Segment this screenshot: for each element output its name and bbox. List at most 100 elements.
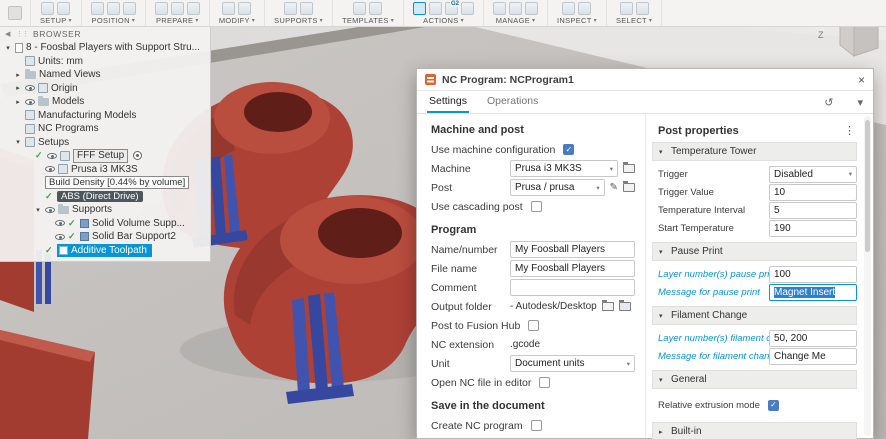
- tab-operations[interactable]: Operations: [485, 91, 540, 113]
- message-for-filament-change-input[interactable]: Change Me: [769, 348, 857, 365]
- create-nc-program-checkbox[interactable]: [531, 420, 542, 431]
- eye-icon[interactable]: [25, 99, 35, 105]
- eye-icon[interactable]: [25, 85, 35, 91]
- toolbar-menu-manage[interactable]: MANAGE▾: [496, 15, 536, 26]
- browser-row-origin[interactable]: ▸Origin: [0, 82, 210, 96]
- toolbar-menu-setup[interactable]: SETUP▾: [40, 15, 72, 26]
- prepare-tool-icon-3[interactable]: [187, 2, 200, 15]
- kebab-menu-icon[interactable]: ⋮: [844, 124, 855, 137]
- supports-tool-icon-2[interactable]: [300, 2, 313, 15]
- tab-settings[interactable]: Settings: [427, 91, 469, 113]
- dialog-titlebar[interactable]: NC Program: NCProgram1 ×: [417, 69, 873, 91]
- prepare-tool-icon-2[interactable]: [171, 2, 184, 15]
- templates-tool-icon-1[interactable]: [353, 2, 366, 15]
- use-machine-configuration-checkbox[interactable]: ✓: [563, 144, 574, 155]
- start-temperature-input[interactable]: 190: [769, 220, 857, 237]
- modify-tool-icon-2[interactable]: [238, 2, 251, 15]
- browser-row-manufacturing-models[interactable]: Manufacturing Models: [0, 109, 210, 123]
- inspect-tool-icon-2[interactable]: [578, 2, 591, 15]
- actions-tool-icon-2[interactable]: [429, 2, 442, 15]
- actions-tool-icon-1[interactable]: [413, 2, 426, 15]
- expand-arrow-icon[interactable]: ▾: [14, 138, 22, 146]
- browser-row-solid-volume-supp[interactable]: ✓Solid Volume Supp...: [0, 217, 210, 231]
- toolbar-menu-modify[interactable]: MODIFY▾: [219, 15, 255, 26]
- comment-input[interactable]: [510, 279, 635, 296]
- position-tool-icon-2[interactable]: [107, 2, 120, 15]
- eye-icon[interactable]: [55, 234, 65, 240]
- browser-row-supports[interactable]: ▾Supports: [0, 203, 210, 217]
- toolbar-menu-templates[interactable]: TEMPLATES▾: [342, 15, 394, 26]
- close-icon[interactable]: ×: [858, 74, 865, 86]
- browser-row-additive-toolpath[interactable]: ✓Additive Toolpath: [0, 244, 210, 258]
- file-name-input[interactable]: My Foosball Players: [510, 260, 635, 277]
- folder-icon[interactable]: [602, 302, 614, 311]
- supports-tool-icon-1[interactable]: [284, 2, 297, 15]
- select-tool-icon-2[interactable]: [636, 2, 649, 15]
- layer-number-s-pause-print-input[interactable]: 100: [769, 266, 857, 283]
- open-folder-icon[interactable]: [619, 302, 631, 311]
- toolbar-menu-prepare[interactable]: PREPARE▾: [156, 15, 199, 26]
- toolbar-menu-position[interactable]: POSITION▾: [92, 15, 136, 26]
- browser-row-8-foosbal-players-with-support-stru[interactable]: ▾8 - Foosbal Players with Support Stru..…: [0, 41, 210, 55]
- browser-row-units-mm[interactable]: Units: mm: [0, 55, 210, 69]
- machine-select[interactable]: Prusa i3 MK3S▾: [510, 160, 618, 177]
- inspect-tool-icon-1[interactable]: [562, 2, 575, 15]
- toolbar-menu-inspect[interactable]: INSPECT▾: [557, 15, 597, 26]
- chevron-down-icon[interactable]: ▾: [857, 96, 863, 109]
- browser-row-nc-programs[interactable]: NC Programs: [0, 122, 210, 136]
- eye-icon[interactable]: [45, 207, 55, 213]
- open-nc-file-in-editor-checkbox[interactable]: [539, 377, 550, 388]
- trigger-select[interactable]: Disabled▾: [769, 166, 857, 183]
- group-filament-change[interactable]: ▾Filament Change: [652, 306, 857, 325]
- message-for-pause-print-input[interactable]: Magnet Insert: [769, 284, 857, 301]
- toolbar-menu-select[interactable]: SELECT▾: [616, 15, 652, 26]
- actions-tool-icon-3[interactable]: G2: [445, 2, 458, 15]
- scrollbar-thumb[interactable]: [865, 120, 870, 252]
- layer-number-s-filament-change-input[interactable]: 50, 200: [769, 330, 857, 347]
- presets-history-icon[interactable]: ↺: [824, 96, 833, 109]
- toolbar-menu-supports[interactable]: SUPPORTS▾: [274, 15, 323, 26]
- expand-arrow-icon[interactable]: ▾: [4, 44, 12, 52]
- eye-icon[interactable]: [55, 220, 65, 226]
- manage-tool-icon-3[interactable]: [525, 2, 538, 15]
- relative-extrusion-mode-checkbox[interactable]: ✓: [768, 400, 779, 411]
- prepare-tool-icon-1[interactable]: [155, 2, 168, 15]
- manage-tool-icon-2[interactable]: [509, 2, 522, 15]
- group-built-in[interactable]: ▸Built-in: [652, 422, 857, 439]
- setup-tool-icon-1[interactable]: [41, 2, 54, 15]
- app-grid-icon[interactable]: [8, 6, 22, 20]
- setup-tool-icon-2[interactable]: [57, 2, 70, 15]
- group-pause-print[interactable]: ▾Pause Print: [652, 242, 857, 261]
- position-tool-icon-3[interactable]: [123, 2, 136, 15]
- group-general[interactable]: ▾General: [652, 370, 857, 389]
- dialog-scrollbar[interactable]: [864, 116, 871, 436]
- actions-tool-icon-4[interactable]: [461, 2, 474, 15]
- browser-row-solid-bar-support2[interactable]: ✓Solid Bar Support2: [0, 230, 210, 244]
- trigger-value-input[interactable]: 10: [769, 184, 857, 201]
- browser-row-build-density-0-44-by-volume[interactable]: Build Density [0.44% by volume]: [0, 176, 210, 190]
- manage-tool-icon-1[interactable]: [493, 2, 506, 15]
- browser-row-named-views[interactable]: ▸Named Views: [0, 68, 210, 82]
- expand-arrow-icon[interactable]: ▾: [34, 206, 42, 214]
- eye-icon[interactable]: [47, 153, 57, 159]
- browser-row-fff-setup[interactable]: ✓FFF Setup: [0, 149, 210, 163]
- expand-arrow-icon[interactable]: ▸: [14, 98, 22, 106]
- temperature-interval-input[interactable]: 5: [769, 202, 857, 219]
- browser-row-abs-direct-drive[interactable]: ✓ABS (Direct Drive): [0, 190, 210, 204]
- expand-arrow-icon[interactable]: ▸: [14, 84, 22, 92]
- browser-row-models[interactable]: ▸Models: [0, 95, 210, 109]
- collapse-panel-icon[interactable]: ◀: [5, 30, 11, 38]
- eye-icon[interactable]: [45, 166, 55, 172]
- expand-arrow-icon[interactable]: ▸: [14, 71, 22, 79]
- unit-select[interactable]: Document units▾: [510, 355, 635, 372]
- browser-row-prusa-i3-mk3s[interactable]: Prusa i3 MK3S: [0, 163, 210, 177]
- group-temperature-tower[interactable]: ▾Temperature Tower: [652, 142, 857, 161]
- use-cascading-post-checkbox[interactable]: [531, 201, 542, 212]
- folder-icon[interactable]: [623, 183, 635, 192]
- toolbar-menu-actions[interactable]: ACTIONS▾: [423, 15, 464, 26]
- browser-row-setups[interactable]: ▾Setups: [0, 136, 210, 150]
- post-select[interactable]: Prusa / prusa▾: [510, 179, 605, 196]
- select-tool-icon-1[interactable]: [620, 2, 633, 15]
- post-to-fusion-hub-checkbox[interactable]: [528, 320, 539, 331]
- folder-icon[interactable]: [623, 164, 635, 173]
